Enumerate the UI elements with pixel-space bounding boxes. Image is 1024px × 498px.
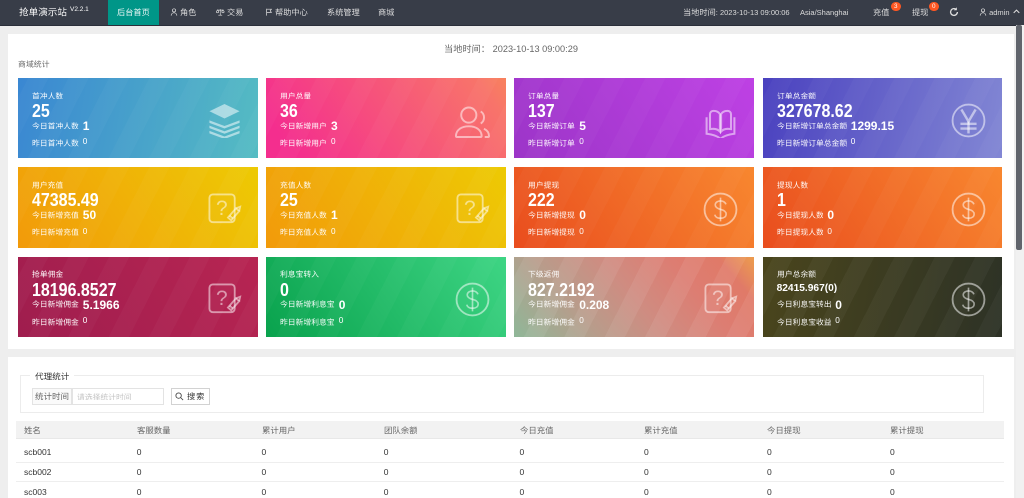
svg-text:?: ? — [712, 287, 724, 310]
svg-text:?: ? — [215, 287, 227, 310]
svg-text:?: ? — [215, 197, 227, 220]
svg-text:?: ? — [464, 197, 476, 220]
